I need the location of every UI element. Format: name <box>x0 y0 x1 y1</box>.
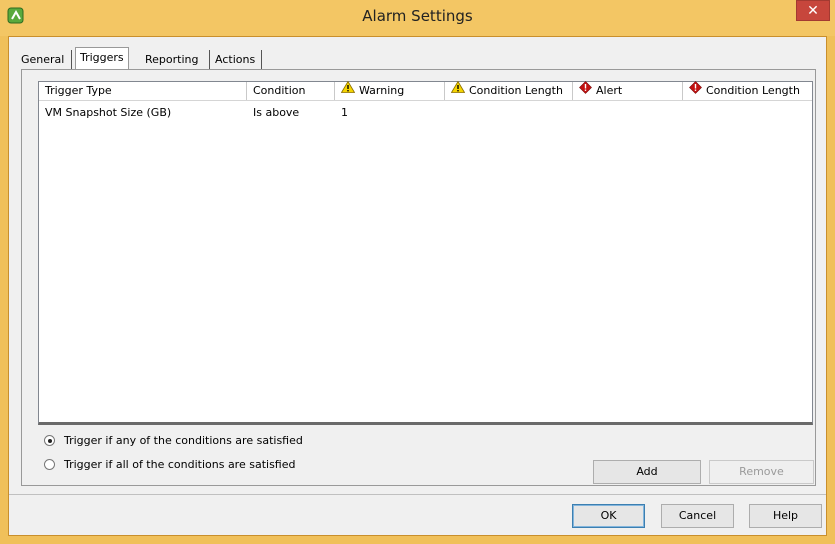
trigger-all-label: Trigger if all of the conditions are sat… <box>64 458 296 471</box>
dialog-body: General Triggers Reporting Actions Trigg… <box>8 36 827 536</box>
column-alert[interactable]: Alert <box>573 80 683 100</box>
title-bar: Alarm Settings ✕ <box>0 0 835 36</box>
column-trigger-type[interactable]: Trigger Type <box>39 82 247 100</box>
cancel-button[interactable]: Cancel <box>661 504 734 528</box>
alert-icon <box>689 80 702 100</box>
triggers-table[interactable]: Trigger Type Condition Warning Condition… <box>38 80 813 425</box>
window-title: Alarm Settings <box>362 7 473 25</box>
cell-warning[interactable]: 1 <box>335 104 348 122</box>
tab-triggers[interactable]: Triggers <box>75 47 129 71</box>
warning-icon <box>450 80 466 99</box>
triggers-panel: Trigger Type Condition Warning Condition… <box>21 69 816 486</box>
ok-button[interactable]: OK <box>572 504 645 528</box>
column-warning-length[interactable]: Condition Length <box>445 80 573 100</box>
tab-general[interactable]: General <box>21 50 72 69</box>
tab-actions[interactable]: Actions <box>215 50 262 69</box>
cell-condition[interactable]: Is above <box>247 104 299 122</box>
table-row[interactable]: VM Snapshot Size (GB) Is above 1 <box>39 104 812 122</box>
column-condition[interactable]: Condition <box>247 82 335 100</box>
remove-button[interactable]: Remove <box>709 460 814 484</box>
table-header: Trigger Type Condition Warning Condition… <box>39 80 812 101</box>
column-warning[interactable]: Warning <box>335 80 445 100</box>
trigger-any-label: Trigger if any of the conditions are sat… <box>64 434 303 447</box>
close-button[interactable]: ✕ <box>796 0 830 21</box>
divider <box>9 494 826 495</box>
column-alert-length[interactable]: Condition Length <box>683 80 812 100</box>
trigger-all-radio[interactable] <box>44 459 55 470</box>
tab-reporting[interactable]: Reporting <box>145 50 210 69</box>
help-button[interactable]: Help <box>749 504 822 528</box>
add-button[interactable]: Add <box>593 460 701 484</box>
alert-icon <box>579 80 592 100</box>
trigger-any-radio[interactable] <box>44 435 55 446</box>
warning-icon <box>340 80 356 99</box>
cell-trigger-type[interactable]: VM Snapshot Size (GB) <box>39 104 171 122</box>
